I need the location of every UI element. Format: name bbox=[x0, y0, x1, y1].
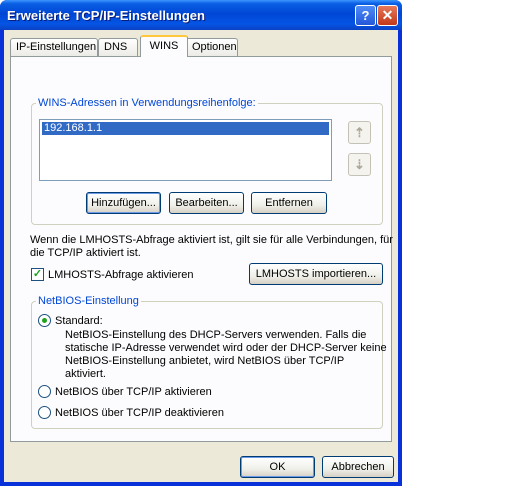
remove-button[interactable]: Entfernen bbox=[251, 192, 327, 214]
radio-netbios-enable-label[interactable]: NetBIOS über TCP/IP aktivieren bbox=[55, 386, 212, 399]
checkmark-icon: ✓ bbox=[32, 268, 43, 280]
wins-group-legend: WINS-Adressen in Verwendungsreihenfolge: bbox=[36, 97, 258, 109]
arrow-up-icon: ⇡ bbox=[354, 125, 365, 140]
edit-button[interactable]: Bearbeiten... bbox=[169, 192, 244, 214]
tab-ip-einstellungen[interactable]: IP-Einstellungen bbox=[10, 38, 98, 56]
tab-label: Optionen bbox=[192, 41, 237, 53]
lmhosts-info-line1: Wenn die LMHOSTS-Abfrage aktiviert ist, … bbox=[30, 234, 393, 246]
tab-label: IP-Einstellungen bbox=[16, 41, 97, 53]
title-bar[interactable]: Erweiterte TCP/IP-Einstellungen ? ✕ bbox=[0, 0, 402, 30]
standard-description-line4: aktiviert. bbox=[65, 368, 106, 380]
wins-address-list[interactable]: 192.168.1.1 bbox=[39, 119, 332, 181]
help-button[interactable]: ? bbox=[355, 5, 376, 26]
tab-label: WINS bbox=[149, 40, 179, 52]
help-icon: ? bbox=[361, 8, 370, 23]
radio-netbios-enable[interactable] bbox=[38, 385, 51, 398]
standard-description-line3: NetBIOS-Einstellung anbietet, wird NetBI… bbox=[65, 355, 345, 367]
lmhosts-checkbox[interactable]: ✓ bbox=[31, 268, 44, 281]
list-item[interactable]: 192.168.1.1 bbox=[42, 122, 329, 135]
move-up-button[interactable]: ⇡ bbox=[348, 121, 371, 144]
add-button-label: Hinzufügen... bbox=[91, 197, 156, 209]
tab-dns[interactable]: DNS bbox=[98, 38, 138, 56]
ok-button-label: OK bbox=[269, 461, 286, 473]
radio-netbios-disable-label[interactable]: NetBIOS über TCP/IP deaktivieren bbox=[55, 407, 224, 420]
standard-description-line1: NetBIOS-Einstellung des DHCP-Servers ver… bbox=[65, 329, 367, 341]
window-title: Erweiterte TCP/IP-Einstellungen bbox=[7, 8, 205, 23]
radio-standard-label[interactable]: Standard: bbox=[55, 315, 103, 328]
arrow-down-icon: ⇣ bbox=[354, 157, 365, 172]
netbios-group-legend: NetBIOS-Einstellung bbox=[36, 295, 141, 307]
tab-optionen[interactable]: Optionen bbox=[186, 38, 238, 56]
close-icon: ✕ bbox=[381, 7, 394, 23]
radio-standard[interactable] bbox=[38, 314, 51, 327]
close-button[interactable]: ✕ bbox=[377, 5, 398, 26]
lmhosts-info-line2: die TCP/IP aktiviert ist. bbox=[30, 247, 141, 259]
lmhosts-checkbox-label[interactable]: LMHOSTS-Abfrage aktivieren bbox=[48, 269, 194, 282]
radio-netbios-disable[interactable] bbox=[38, 406, 51, 419]
import-lmhosts-button[interactable]: LMHOSTS importieren... bbox=[249, 263, 383, 285]
ok-button[interactable]: OK bbox=[240, 456, 315, 478]
tab-label: DNS bbox=[104, 41, 128, 53]
dialog-window: Erweiterte TCP/IP-Einstellungen ? ✕ IP-E… bbox=[0, 0, 402, 486]
move-down-button[interactable]: ⇣ bbox=[348, 153, 371, 176]
dialog-client-area: IP-Einstellungen DNS WINS Optionen WINS-… bbox=[4, 30, 398, 482]
import-lmhosts-label: LMHOSTS importieren... bbox=[255, 268, 377, 280]
standard-description-line2: statische IP-Adresse verwendet wird oder… bbox=[65, 342, 387, 354]
cancel-button-label: Abbrechen bbox=[331, 461, 385, 473]
edit-button-label: Bearbeiten... bbox=[175, 197, 238, 209]
tab-wins[interactable]: WINS bbox=[140, 35, 188, 57]
remove-button-label: Entfernen bbox=[265, 197, 313, 209]
wins-tab-panel: WINS-Adressen in Verwendungsreihenfolge:… bbox=[10, 56, 393, 442]
cancel-button[interactable]: Abbrechen bbox=[322, 456, 394, 478]
add-button[interactable]: Hinzufügen... bbox=[86, 192, 161, 214]
